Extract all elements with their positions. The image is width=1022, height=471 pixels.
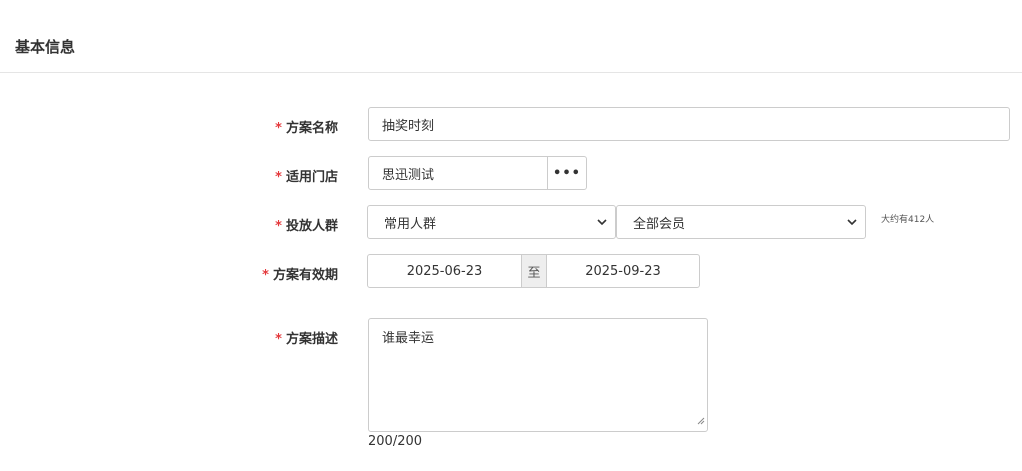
- section-header: 基本信息: [0, 0, 1022, 73]
- required-mark: *: [275, 170, 282, 185]
- member-type-value: 全部会员: [633, 216, 686, 232]
- audience-group-value: 常用人群: [384, 216, 437, 232]
- audience-label: * 投放人群: [275, 219, 338, 234]
- description-textarea[interactable]: 谁最幸运: [368, 318, 708, 432]
- end-date-value: 2025-09-23: [585, 263, 661, 279]
- validity-label: * 方案有效期: [262, 268, 338, 283]
- end-date-input[interactable]: 2025-09-23: [546, 254, 700, 288]
- member-type-select[interactable]: 全部会员: [616, 205, 866, 239]
- description-char-counter: 200/200: [368, 434, 423, 449]
- description-value: 谁最幸运: [382, 331, 435, 346]
- start-date-value: 2025-06-23: [406, 263, 483, 279]
- resize-handle-icon[interactable]: [697, 414, 705, 429]
- audience-count-hint: 大约有412人: [881, 215, 935, 225]
- chevron-down-icon: [847, 218, 857, 226]
- required-mark: *: [275, 121, 282, 136]
- start-date-input[interactable]: 2025-06-23: [367, 254, 522, 288]
- required-mark: *: [275, 332, 282, 347]
- plan-name-label: * 方案名称: [275, 121, 338, 136]
- plan-name-value: 抽奖时刻: [382, 118, 435, 134]
- required-mark: *: [275, 219, 282, 234]
- store-label: * 适用门店: [275, 170, 338, 185]
- audience-group-select[interactable]: 常用人群: [367, 205, 616, 239]
- plan-name-input[interactable]: 抽奖时刻: [368, 107, 1010, 141]
- required-mark: *: [262, 268, 269, 283]
- date-range-separator: 至: [521, 254, 547, 288]
- store-select-button[interactable]: •••: [547, 156, 587, 190]
- ellipsis-icon: •••: [553, 165, 581, 181]
- chevron-down-icon: [597, 218, 607, 226]
- section-title: 基本信息: [15, 38, 76, 56]
- store-input[interactable]: 思迅测试: [368, 156, 549, 190]
- description-label: * 方案描述: [275, 332, 338, 347]
- store-value: 思迅测试: [382, 167, 435, 183]
